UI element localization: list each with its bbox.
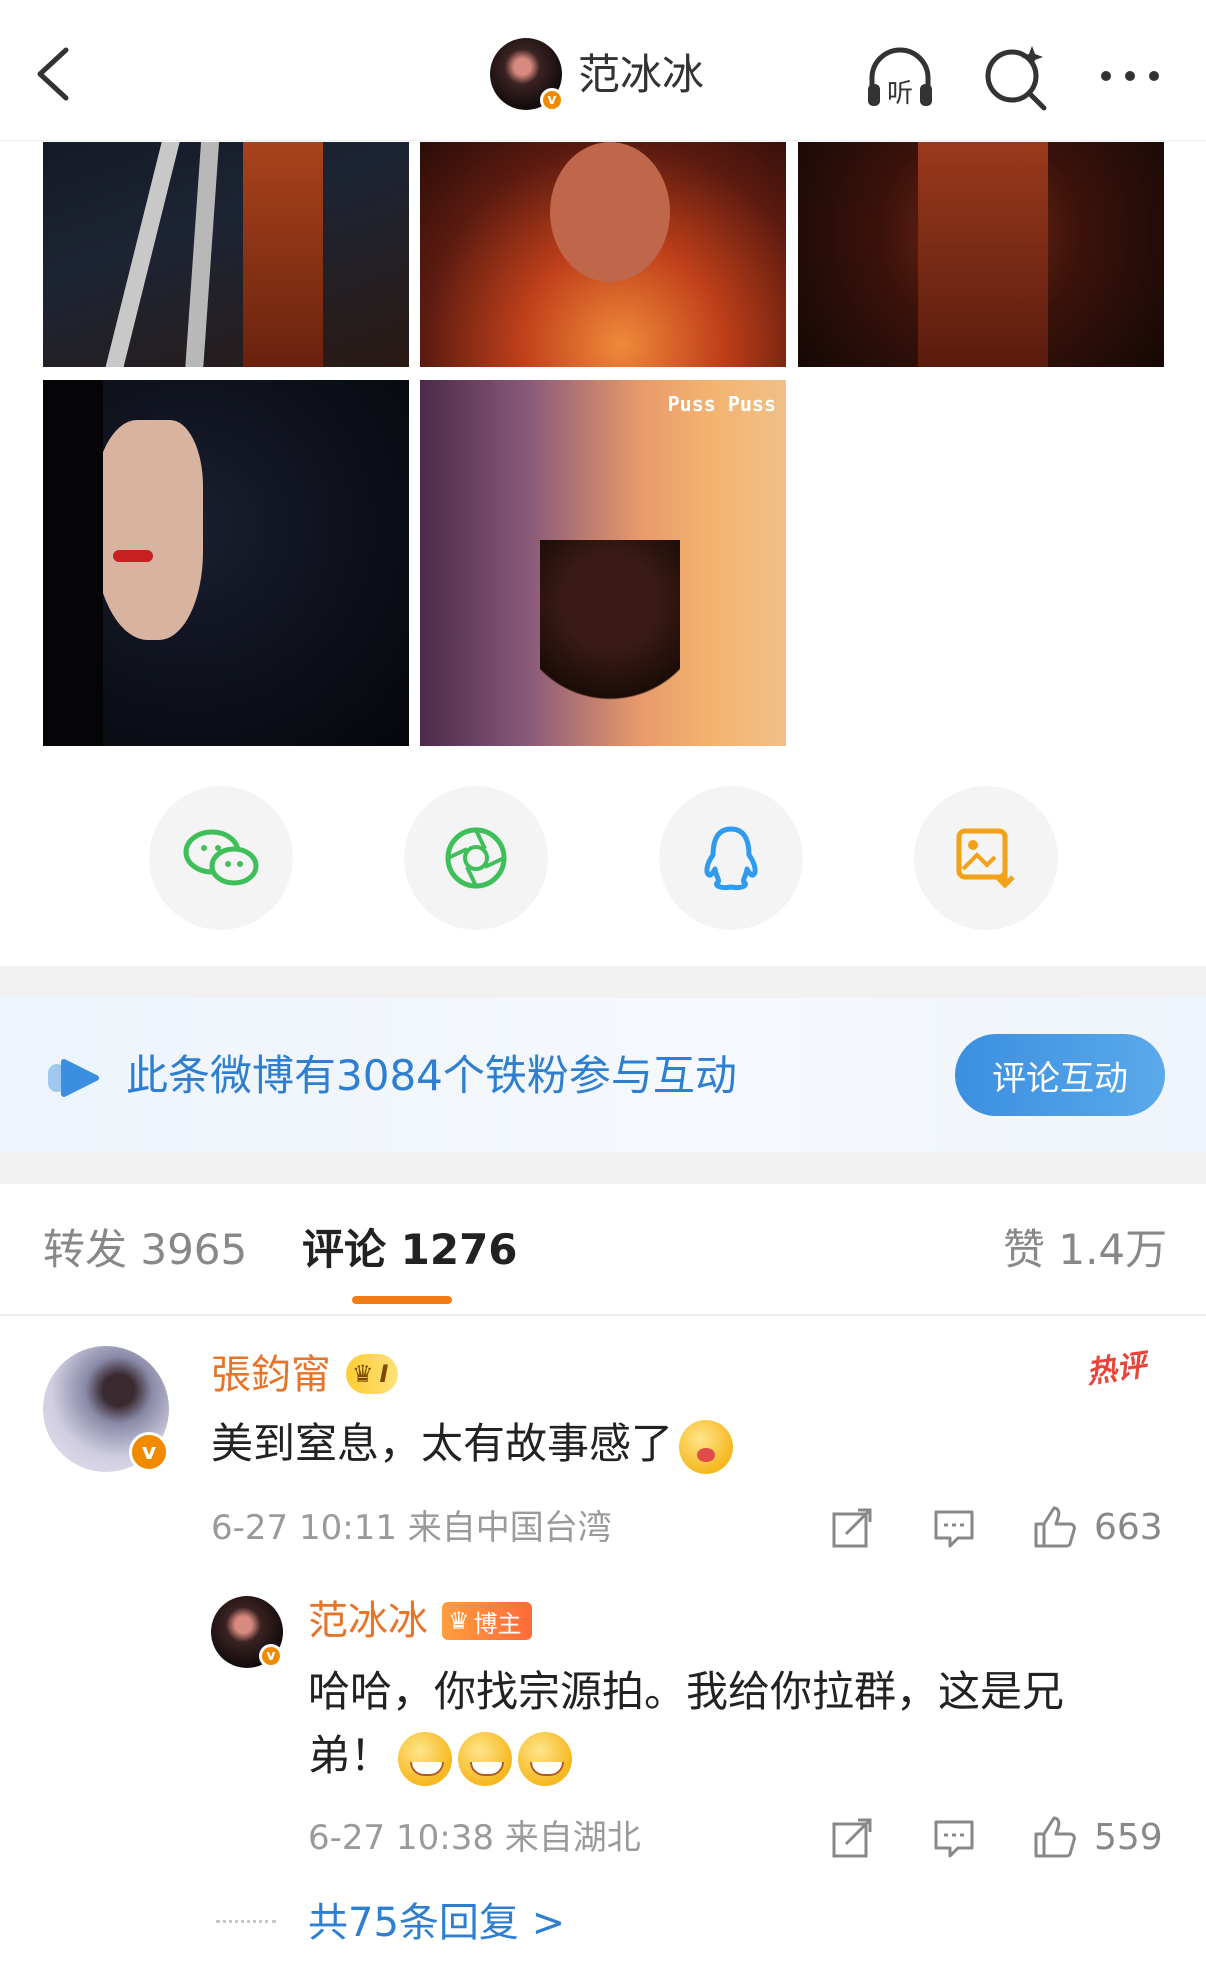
- save-image-icon: [956, 828, 1015, 889]
- like-count: 559: [1094, 1817, 1163, 1858]
- headphones-listen-icon[interactable]: 听: [862, 40, 938, 116]
- section-divider: [0, 966, 1206, 998]
- save-image-button[interactable]: [914, 786, 1058, 930]
- share-qq-button[interactable]: [659, 786, 803, 930]
- tab-comment[interactable]: 评论 1276: [302, 1222, 518, 1278]
- blogger-badge: ♛ 博主: [442, 1602, 532, 1640]
- search-sparkle-icon[interactable]: [978, 40, 1054, 116]
- header-username[interactable]: 范冰冰: [578, 50, 704, 100]
- crown-icon: ♛: [448, 1607, 470, 1635]
- more-replies-link[interactable]: 共75条回复 >: [308, 1898, 565, 1948]
- repost-icon[interactable]: [828, 1814, 876, 1862]
- grin-emoji-icon: [518, 1731, 573, 1786]
- comment-body: 美到窒息，太有故事感了: [211, 1419, 674, 1468]
- chevron-left-icon[interactable]: [30, 44, 78, 104]
- verified-badge: v: [540, 88, 564, 112]
- post-image-3[interactable]: [798, 142, 1164, 367]
- reply-avatar[interactable]: v: [211, 1596, 283, 1668]
- more-dots-icon[interactable]: [1092, 40, 1168, 116]
- tab-repost[interactable]: 转发 3965: [43, 1222, 247, 1278]
- level-number: I: [379, 1360, 389, 1388]
- blogger-badge-label: 博主: [473, 1609, 522, 1638]
- qq-icon: [704, 826, 758, 890]
- commenter-avatar[interactable]: v: [43, 1346, 169, 1472]
- grin-emoji-icon: [398, 1731, 453, 1786]
- iron-fan-icon: [48, 1059, 99, 1097]
- grin-emoji-icon: [458, 1731, 513, 1786]
- share-wechat-button[interactable]: [149, 786, 293, 930]
- listen-label: 听: [887, 79, 913, 109]
- reply-text: 哈哈，你找宗源拍。我给你拉群，这是兄弟！: [308, 1660, 1138, 1788]
- share-moments-button[interactable]: [404, 786, 548, 930]
- like-icon[interactable]: [1030, 1812, 1078, 1860]
- comment-text: 美到窒息，太有故事感了: [211, 1412, 1111, 1476]
- post-image-5[interactable]: Puss Puss: [420, 380, 786, 746]
- hot-comment-tag: 热评: [1084, 1347, 1149, 1391]
- heart-eyes-emoji-icon: [679, 1419, 734, 1474]
- post-image-2[interactable]: [420, 142, 786, 367]
- comment-username[interactable]: 張鈞甯: [211, 1350, 331, 1400]
- reply-username[interactable]: 范冰冰: [308, 1596, 428, 1646]
- wechat-icon: [183, 829, 259, 886]
- reply-icon[interactable]: [930, 1814, 978, 1862]
- reply-time-source: 6-27 10:38 来自湖北: [308, 1818, 641, 1858]
- moments-icon: [445, 827, 507, 889]
- verified-badge: v: [129, 1432, 169, 1472]
- replies-dotted-line: [216, 1920, 276, 1923]
- active-tab-indicator: [352, 1296, 452, 1304]
- banner-text: 此条微博有3084个铁粉参与互动: [126, 1051, 737, 1100]
- header-avatar[interactable]: v: [490, 38, 564, 112]
- member-level-badge: ♛ I: [346, 1354, 399, 1394]
- tab-like[interactable]: 赞 1.4万: [1003, 1222, 1167, 1278]
- comment-interact-button[interactable]: 评论互动: [955, 1034, 1165, 1116]
- comment-time-source: 6-27 10:11 来自中国台湾: [211, 1508, 612, 1548]
- post-image-4[interactable]: [43, 380, 409, 746]
- repost-icon[interactable]: [828, 1504, 876, 1552]
- crown-icon: ♛: [352, 1360, 374, 1388]
- reply-icon[interactable]: [930, 1504, 978, 1552]
- like-count: 663: [1094, 1507, 1163, 1548]
- image-caption-text: Puss Puss: [667, 392, 776, 416]
- verified-badge: v: [259, 1644, 283, 1668]
- like-icon[interactable]: [1030, 1502, 1078, 1550]
- section-divider: [0, 1152, 1206, 1184]
- tabs-divider: [0, 1314, 1206, 1316]
- post-image-1[interactable]: [43, 142, 409, 367]
